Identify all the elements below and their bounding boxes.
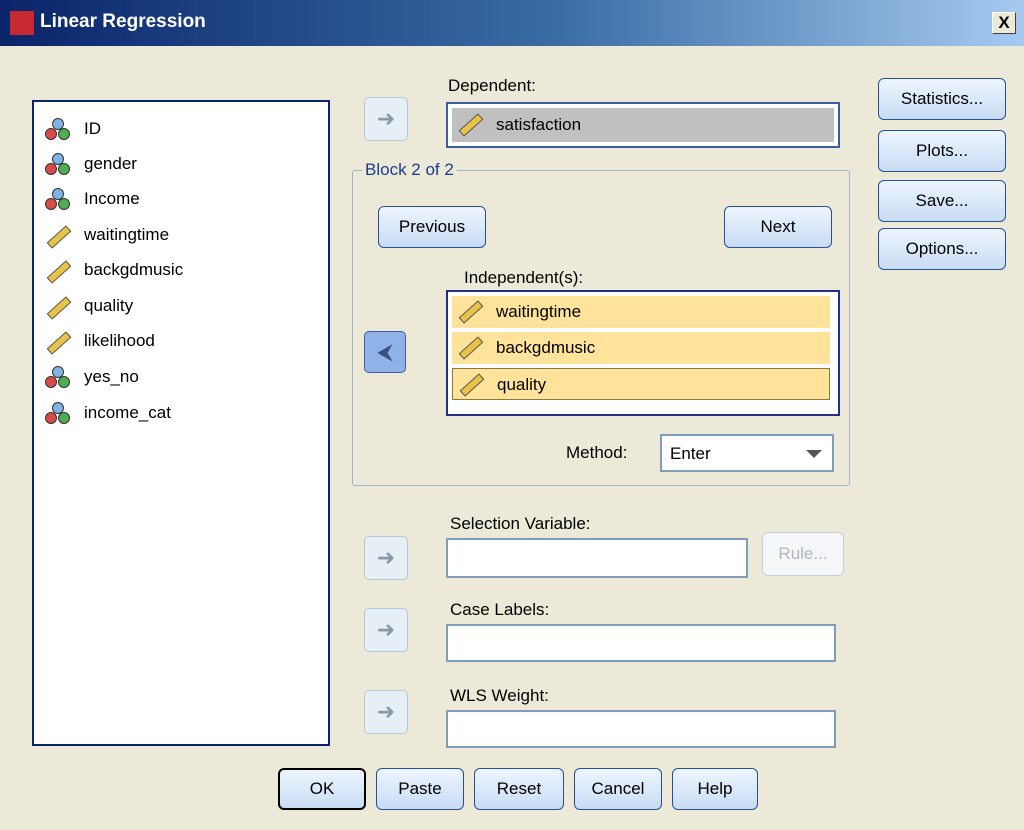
wls-weight-field[interactable] [446, 710, 836, 748]
variable-item-waitingtime[interactable]: waitingtime [44, 222, 314, 250]
spss-app-icon [10, 11, 34, 35]
method-select[interactable]: Enter [660, 434, 834, 472]
scale-icon [44, 259, 72, 284]
variable-label: income_cat [84, 403, 171, 422]
selection-variable-field[interactable] [446, 538, 748, 578]
close-button[interactable]: X [992, 12, 1016, 34]
dependent-label: Dependent: [448, 76, 536, 95]
rule-button[interactable]: Rule... [762, 532, 844, 576]
independent-label: quality [497, 375, 547, 394]
variable-item-income[interactable]: Income [44, 186, 314, 214]
independent-item[interactable]: waitingtime [452, 296, 830, 328]
help-button[interactable]: Help [672, 768, 758, 810]
dependent-field[interactable]: satisfaction [446, 102, 840, 148]
scale-icon [456, 299, 484, 324]
variable-item-backgdmusic[interactable]: backgdmusic [44, 257, 314, 285]
block-label: Block 2 of 2 [362, 160, 457, 180]
independent-item[interactable]: backgdmusic [452, 332, 830, 364]
variable-item-id[interactable]: ID [44, 116, 314, 144]
scale-icon [456, 335, 484, 360]
move-to-selection-button[interactable]: ➜ [364, 536, 408, 580]
cancel-button[interactable]: Cancel [574, 768, 662, 810]
dependent-item[interactable]: satisfaction [452, 108, 834, 142]
independents-label: Independent(s): [464, 268, 584, 287]
scale-icon [456, 112, 484, 137]
ok-button[interactable]: OK [278, 768, 366, 810]
nominal-icon [44, 153, 72, 177]
independent-label: waitingtime [496, 302, 582, 321]
linear-regression-dialog: Linear Regression X ID gender Income wai… [0, 0, 1024, 830]
previous-button[interactable]: Previous [378, 206, 486, 248]
arrow-right-icon: ➜ [376, 617, 396, 642]
variable-item-quality[interactable]: quality [44, 293, 314, 321]
nominal-icon [44, 118, 72, 142]
selection-variable-label: Selection Variable: [450, 514, 591, 533]
nominal-icon [44, 402, 72, 426]
arrow-right-icon: ➜ [376, 106, 396, 131]
variable-label: ID [84, 119, 101, 138]
plots-button[interactable]: Plots... [878, 130, 1006, 172]
variable-label: Income [84, 189, 140, 208]
variable-item-income-cat[interactable]: income_cat [44, 400, 314, 428]
window-title: Linear Regression [40, 11, 206, 32]
variable-item-yes-no[interactable]: yes_no [44, 364, 314, 392]
paste-button[interactable]: Paste [376, 768, 464, 810]
wls-weight-label: WLS Weight: [450, 686, 549, 705]
options-button[interactable]: Options... [878, 228, 1006, 270]
move-to-independents-button[interactable]: ⮜ [364, 331, 406, 373]
reset-button[interactable]: Reset [474, 768, 564, 810]
scale-icon [44, 295, 72, 320]
arrow-left-icon: ⮜ [377, 339, 393, 364]
save-button[interactable]: Save... [878, 180, 1006, 222]
method-value: Enter [670, 444, 711, 463]
variable-label: yes_no [84, 367, 139, 386]
statistics-button[interactable]: Statistics... [878, 78, 1006, 120]
independent-label: backgdmusic [496, 338, 596, 357]
nominal-icon [44, 188, 72, 212]
move-to-dependent-button[interactable]: ➜ [364, 97, 408, 141]
nominal-icon [44, 366, 72, 390]
independent-item[interactable]: quality [452, 368, 830, 400]
arrow-right-icon: ➜ [376, 545, 396, 570]
scale-icon [44, 330, 72, 355]
case-labels-label: Case Labels: [450, 600, 550, 619]
variable-item-gender[interactable]: gender [44, 151, 314, 179]
variable-list[interactable]: ID gender Income waitingtime backgdmusic… [32, 100, 330, 746]
variable-label: quality [84, 296, 134, 315]
method-label: Method: [566, 443, 628, 462]
chevron-down-icon [806, 450, 822, 458]
variable-item-likelihood[interactable]: likelihood [44, 328, 314, 356]
title-bar: Linear Regression X [0, 0, 1024, 46]
variable-label: likelihood [84, 331, 155, 350]
move-to-case-labels-button[interactable]: ➜ [364, 608, 408, 652]
variable-label: waitingtime [84, 225, 170, 244]
scale-icon [44, 224, 72, 249]
scale-icon [457, 372, 485, 397]
variable-label: gender [84, 154, 137, 173]
variable-label: backgdmusic [84, 260, 184, 279]
next-button[interactable]: Next [724, 206, 832, 248]
independents-list[interactable]: waitingtime backgdmusic quality [446, 290, 840, 416]
move-to-wls-button[interactable]: ➜ [364, 690, 408, 734]
case-labels-field[interactable] [446, 624, 836, 662]
arrow-right-icon: ➜ [376, 699, 396, 724]
dependent-value: satisfaction [496, 115, 582, 134]
